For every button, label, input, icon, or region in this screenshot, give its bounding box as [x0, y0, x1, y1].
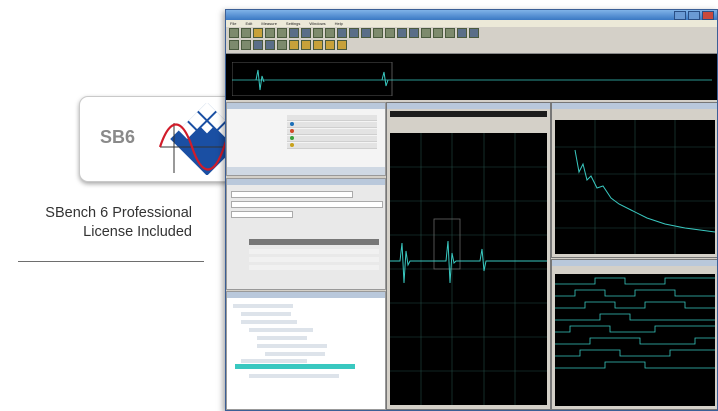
panel-header: [387, 103, 550, 109]
fft-display: [551, 102, 717, 258]
tree-item[interactable]: [241, 312, 291, 316]
fft-plot: [555, 120, 716, 254]
toolbar-button[interactable]: [313, 28, 323, 38]
panel-tabs[interactable]: [227, 167, 385, 175]
settings-field[interactable]: [231, 211, 293, 218]
digital-plot: [555, 274, 715, 406]
tree-item[interactable]: [233, 304, 293, 308]
channel-color-icon: [290, 129, 294, 133]
menu-help[interactable]: Help: [335, 20, 343, 27]
display-toolbar: [390, 111, 547, 117]
tree-item[interactable]: [249, 374, 339, 378]
toolbar-button[interactable]: [445, 28, 455, 38]
table-row[interactable]: [287, 143, 377, 149]
panel-header: [227, 179, 385, 185]
menu-file[interactable]: File: [230, 20, 236, 27]
toolbar-button[interactable]: [361, 28, 371, 38]
table-header: [249, 239, 379, 245]
table-row[interactable]: [287, 115, 377, 121]
panel-header: [552, 103, 717, 109]
analog-waveform: [390, 133, 547, 405]
analog-plot: [390, 133, 547, 405]
main-toolbar: [229, 28, 479, 38]
toolbar-button[interactable]: [325, 28, 335, 38]
toolbar-button[interactable]: [253, 28, 263, 38]
channel-color-icon: [290, 136, 294, 140]
toolbar-button[interactable]: [229, 28, 239, 38]
toolbar-button[interactable]: [277, 28, 287, 38]
panel-header: [227, 103, 385, 109]
minimize-icon[interactable]: [674, 11, 686, 20]
toolbar-button[interactable]: [421, 28, 431, 38]
table-row[interactable]: [287, 136, 377, 142]
divider: [18, 261, 204, 262]
tree-item[interactable]: [257, 344, 327, 348]
toolbar-button[interactable]: [325, 40, 335, 50]
digital-display: [551, 259, 717, 410]
toolbar-button[interactable]: [253, 40, 263, 50]
digital-plot-area: [555, 277, 715, 369]
toolbar-button[interactable]: [433, 28, 443, 38]
toolbar-button[interactable]: [289, 40, 299, 50]
settings-field[interactable]: [231, 201, 383, 208]
menu-bar: File Edit Measure Settings Windows Help: [226, 20, 717, 27]
table-row[interactable]: [249, 257, 379, 262]
toolbar-button[interactable]: [277, 40, 287, 50]
table-row[interactable]: [249, 249, 379, 254]
channel-settings-panel: [226, 102, 386, 176]
tree-item[interactable]: [241, 359, 307, 363]
window-controls: [674, 11, 714, 20]
toolbar-button[interactable]: [337, 40, 347, 50]
close-icon[interactable]: [702, 11, 714, 20]
menu-settings[interactable]: Settings: [286, 20, 300, 27]
toolbar-button[interactable]: [229, 40, 239, 50]
channel-color-icon: [290, 122, 294, 126]
channel-color-icon: [290, 143, 294, 147]
toolbar-button[interactable]: [265, 40, 275, 50]
toolbar-button[interactable]: [457, 28, 467, 38]
panel-header: [552, 260, 717, 266]
toolbar-button[interactable]: [469, 28, 479, 38]
toolbar-button[interactable]: [265, 28, 275, 38]
toolbar-button[interactable]: [289, 28, 299, 38]
table-row[interactable]: [249, 265, 379, 270]
toolbar-button[interactable]: [337, 28, 347, 38]
overview-trace: [232, 62, 712, 96]
toolbar-button[interactable]: [301, 40, 311, 50]
toolbar-button[interactable]: [241, 40, 251, 50]
table-row[interactable]: [287, 129, 377, 135]
toolbar-button[interactable]: [301, 28, 311, 38]
toolbar-button[interactable]: [409, 28, 419, 38]
maximize-icon[interactable]: [688, 11, 700, 20]
menu-edit[interactable]: Edit: [245, 20, 252, 27]
toolbar-button[interactable]: [241, 28, 251, 38]
tree-item[interactable]: [257, 336, 307, 340]
menu-measure[interactable]: Measure: [261, 20, 277, 27]
fft-plot-area: [555, 120, 716, 254]
toolbar-button[interactable]: [349, 28, 359, 38]
title-bar: [226, 10, 717, 20]
acquisition-settings-panel: [226, 178, 386, 290]
analog-display: [386, 102, 551, 410]
menu-windows[interactable]: Windows: [309, 20, 325, 27]
settings-field[interactable]: [231, 191, 353, 198]
tree-item-selected[interactable]: [235, 364, 355, 369]
display-tree-panel: [226, 291, 386, 410]
toolbar-button[interactable]: [397, 28, 407, 38]
overview-display: [226, 53, 717, 100]
tree-item[interactable]: [249, 328, 313, 332]
secondary-toolbar: [229, 40, 347, 50]
promo-line-2: License Included: [83, 224, 192, 240]
tree-item[interactable]: [265, 352, 325, 356]
table-row[interactable]: [287, 122, 377, 128]
toolbar-button[interactable]: [385, 28, 395, 38]
toolbar-button[interactable]: [313, 40, 323, 50]
sbench-window: File Edit Measure Settings Windows Help: [225, 9, 718, 411]
panel-header: [227, 292, 385, 298]
toolbar-button[interactable]: [373, 28, 383, 38]
badge-label: SB6: [100, 127, 136, 147]
promo-line-1: SBench 6 Professional: [45, 205, 192, 221]
tree-item[interactable]: [241, 320, 297, 324]
